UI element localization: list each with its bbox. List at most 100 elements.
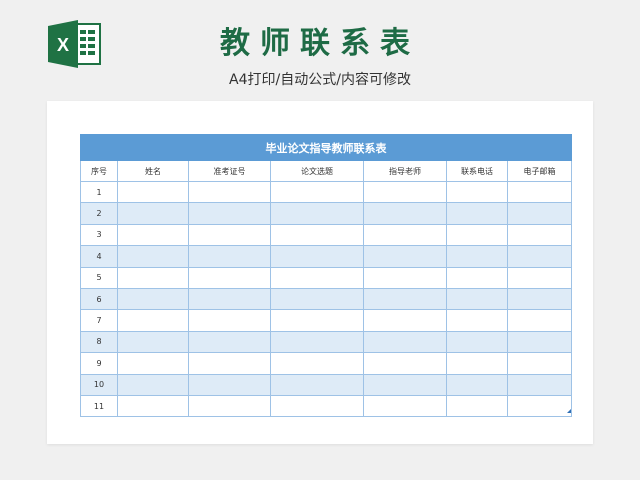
table-row: 6 <box>80 287 573 311</box>
table-cell[interactable] <box>363 309 447 332</box>
table-cell[interactable] <box>188 202 271 225</box>
table-cell[interactable] <box>117 245 189 268</box>
table-row: 9 <box>80 352 573 375</box>
table-cell[interactable] <box>117 330 189 354</box>
table-row: 5 <box>80 266 573 289</box>
table-cell[interactable] <box>506 287 573 311</box>
table-cell[interactable] <box>117 394 189 418</box>
table-cell[interactable] <box>270 394 364 418</box>
table-cell[interactable] <box>446 266 508 289</box>
table-cell[interactable] <box>188 394 271 418</box>
row-number-cell[interactable]: 10 <box>80 373 118 396</box>
table-cell[interactable] <box>188 330 271 354</box>
column-header[interactable]: 指导老师 <box>363 160 447 182</box>
table-cell[interactable] <box>506 373 573 396</box>
column-header[interactable]: 电子邮箱 <box>506 160 573 182</box>
table-cell[interactable] <box>270 266 364 289</box>
table-cell[interactable] <box>446 287 508 311</box>
table-cell[interactable] <box>188 223 271 247</box>
table-cell[interactable] <box>363 330 447 354</box>
page-subtitle: A4打印/自动公式/内容可修改 <box>229 72 411 88</box>
table-cell[interactable] <box>506 180 573 204</box>
table-cell[interactable] <box>363 394 447 418</box>
table-cell[interactable] <box>270 223 364 247</box>
table-cell[interactable] <box>117 223 189 247</box>
table-cell[interactable] <box>506 330 573 354</box>
column-header[interactable]: 准考证号 <box>188 160 271 182</box>
table-row: 11 <box>80 394 573 418</box>
fill-handle-icon[interactable] <box>567 409 571 413</box>
table-cell[interactable] <box>117 266 189 289</box>
table-cell[interactable] <box>446 202 508 225</box>
table-cell[interactable] <box>506 223 573 247</box>
page-title: 教师联系表 <box>220 26 420 61</box>
row-number-cell[interactable]: 3 <box>80 223 118 247</box>
row-number-cell[interactable]: 9 <box>80 352 118 375</box>
table-cell[interactable] <box>363 180 447 204</box>
table-cell[interactable] <box>117 352 189 375</box>
column-header[interactable]: 论文选题 <box>270 160 364 182</box>
table-caption: 毕业论文指导教师联系表 <box>79 134 573 161</box>
table-cell[interactable] <box>188 245 271 268</box>
table-cell[interactable] <box>506 352 573 375</box>
table-body: 1 2 3 4 5 6 7 8 9 10 11 <box>80 180 573 418</box>
table-cell[interactable] <box>506 394 573 418</box>
table-cell[interactable] <box>363 266 447 289</box>
table-cell[interactable] <box>270 373 364 396</box>
page-header: X 教师联系表 A4打印/自动公式/内容可修改 <box>0 0 640 100</box>
column-header-row: 序号 姓名 准考证号 论文选题 指导老师 联系电话 电子邮箱 <box>80 160 573 182</box>
table-cell[interactable] <box>117 373 189 396</box>
column-header[interactable]: 联系电话 <box>446 160 508 182</box>
table-cell[interactable] <box>446 330 508 354</box>
row-number-cell[interactable]: 8 <box>80 330 118 354</box>
table-cell[interactable] <box>270 245 364 268</box>
table-cell[interactable] <box>270 330 364 354</box>
row-number-cell[interactable]: 7 <box>80 309 118 332</box>
table-cell[interactable] <box>506 266 573 289</box>
table-cell[interactable] <box>446 309 508 332</box>
table-row: 7 <box>80 309 573 332</box>
table-cell[interactable] <box>446 373 508 396</box>
table-cell[interactable] <box>188 309 271 332</box>
contact-table: 毕业论文指导教师联系表 序号 姓名 准考证号 论文选题 指导老师 联系电话 电子… <box>79 134 573 418</box>
table-cell[interactable] <box>446 223 508 247</box>
excel-logo-icon: X <box>48 20 101 68</box>
row-number-cell[interactable]: 2 <box>80 202 118 225</box>
table-cell[interactable] <box>188 180 271 204</box>
table-cell[interactable] <box>117 309 189 332</box>
table-cell[interactable] <box>446 180 508 204</box>
column-header[interactable]: 序号 <box>80 160 118 182</box>
table-cell[interactable] <box>363 223 447 247</box>
table-cell[interactable] <box>270 202 364 225</box>
table-cell[interactable] <box>188 266 271 289</box>
table-cell[interactable] <box>506 309 573 332</box>
column-header[interactable]: 姓名 <box>117 160 189 182</box>
table-cell[interactable] <box>270 180 364 204</box>
table-cell[interactable] <box>446 352 508 375</box>
table-cell[interactable] <box>363 373 447 396</box>
row-number-cell[interactable]: 5 <box>80 266 118 289</box>
row-number-cell[interactable]: 1 <box>80 180 118 204</box>
table-cell[interactable] <box>506 202 573 225</box>
table-cell[interactable] <box>117 287 189 311</box>
table-cell[interactable] <box>446 394 508 418</box>
row-number-cell[interactable]: 6 <box>80 287 118 311</box>
table-cell[interactable] <box>188 352 271 375</box>
table-cell[interactable] <box>446 245 508 268</box>
table-cell[interactable] <box>117 180 189 204</box>
row-number-cell[interactable]: 11 <box>80 394 118 418</box>
logo-letter: X <box>57 35 69 55</box>
table-cell[interactable] <box>270 352 364 375</box>
table-cell[interactable] <box>363 352 447 375</box>
table-cell[interactable] <box>363 287 447 311</box>
table-row: 3 <box>80 223 573 247</box>
table-cell[interactable] <box>270 309 364 332</box>
table-cell[interactable] <box>117 202 189 225</box>
table-cell[interactable] <box>188 373 271 396</box>
table-cell[interactable] <box>363 202 447 225</box>
row-number-cell[interactable]: 4 <box>80 245 118 268</box>
table-cell[interactable] <box>363 245 447 268</box>
table-cell[interactable] <box>506 245 573 268</box>
table-cell[interactable] <box>270 287 364 311</box>
table-cell[interactable] <box>188 287 271 311</box>
